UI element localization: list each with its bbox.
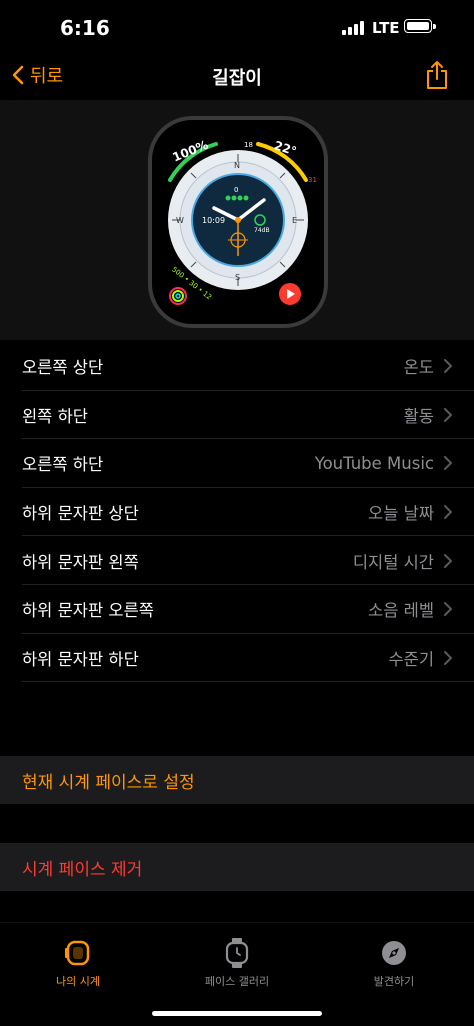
chevron-right-icon bbox=[444, 602, 452, 617]
tab-face-gallery[interactable]: 페이스 갤러리 bbox=[177, 937, 297, 989]
dial-west: W bbox=[176, 216, 184, 225]
setting-label: 하위 문자판 왼쪽 bbox=[22, 552, 139, 572]
setting-row-subdial-right[interactable]: 하위 문자판 오른쪽 소음 레벨 bbox=[0, 585, 474, 634]
setting-row-subdial-bottom[interactable]: 하위 문자판 하단 수준기 bbox=[0, 634, 474, 683]
chevron-right-icon bbox=[444, 505, 452, 520]
nav-bar: 뒤로 길잡이 bbox=[0, 54, 474, 100]
watch-icon bbox=[65, 940, 90, 966]
signal-icon bbox=[342, 21, 366, 35]
setting-label: 오른쪽 하단 bbox=[22, 455, 104, 475]
remove-face-button[interactable]: 시계 페이스 제거 bbox=[0, 843, 474, 891]
chevron-right-icon bbox=[444, 359, 452, 374]
chevron-right-icon bbox=[444, 407, 452, 422]
setting-row-bottom-right[interactable]: 오른쪽 하단 YouTube Music bbox=[0, 439, 474, 488]
compass-icon bbox=[382, 941, 406, 965]
dial-south: S bbox=[235, 273, 240, 282]
watch-temp-low: 18 bbox=[244, 141, 253, 149]
setting-value: YouTube Music bbox=[314, 453, 434, 473]
setting-value: 디지털 시간 bbox=[352, 552, 434, 572]
setting-label: 왼쪽 하단 bbox=[22, 406, 88, 426]
chevron-right-icon bbox=[444, 553, 452, 568]
watch-gallery-icon bbox=[225, 938, 249, 968]
complication-list: 오른쪽 상단 온도 왼쪽 하단 활동 오른쪽 하단 YouTube Music … bbox=[0, 342, 474, 682]
watch-face-preview[interactable]: 100% 22° 18 31 N E S W 0 10:09 74dB 500 … bbox=[148, 116, 328, 328]
home-indicator bbox=[152, 1011, 322, 1016]
setting-label: 하위 문자판 상단 bbox=[22, 504, 139, 524]
watch-digital-time: 10:09 bbox=[202, 216, 225, 225]
battery-icon bbox=[404, 19, 436, 33]
tab-my-watch[interactable]: 나의 시계 bbox=[18, 937, 138, 989]
page-title: 길잡이 bbox=[212, 68, 262, 89]
setting-row-top-right[interactable]: 오른쪽 상단 온도 bbox=[0, 342, 474, 391]
set-current-face-button[interactable]: 현재 시계 페이스로 설정 bbox=[0, 756, 474, 804]
share-button[interactable] bbox=[424, 60, 450, 94]
watch-preview-area: 100% 22° 18 31 N E S W 0 10:09 74dB 500 … bbox=[0, 100, 474, 340]
tab-label: 발견하기 bbox=[373, 975, 415, 988]
setting-row-bottom-left[interactable]: 왼쪽 하단 활동 bbox=[0, 391, 474, 440]
chevron-right-icon bbox=[444, 456, 452, 471]
network-label: LTE bbox=[372, 19, 400, 37]
setting-value: 오늘 날짜 bbox=[368, 504, 434, 524]
setting-row-subdial-top[interactable]: 하위 문자판 상단 오늘 날짜 bbox=[0, 488, 474, 537]
dial-east: E bbox=[292, 216, 297, 225]
watch-temp-high: 31 bbox=[308, 176, 317, 184]
tab-label: 페이스 갤러리 bbox=[204, 975, 270, 988]
watch-noise: 74dB bbox=[254, 227, 270, 234]
setting-label: 하위 문자판 하단 bbox=[22, 649, 139, 669]
status-time: 6:16 bbox=[60, 16, 110, 40]
setting-value: 소음 레벨 bbox=[368, 601, 434, 621]
setting-label: 오른쪽 상단 bbox=[22, 358, 104, 378]
dial-north: N bbox=[234, 161, 240, 170]
setting-value: 활동 bbox=[403, 406, 434, 426]
setting-row-subdial-left[interactable]: 하위 문자판 왼쪽 디지털 시간 bbox=[0, 536, 474, 585]
watch-top-small: 0 bbox=[234, 186, 238, 194]
setting-label: 하위 문자판 오른쪽 bbox=[22, 601, 154, 621]
setting-value: 온도 bbox=[403, 358, 434, 378]
tab-discover[interactable]: 발견하기 bbox=[334, 937, 454, 989]
status-bar: 6:16 LTE bbox=[0, 0, 474, 58]
chevron-right-icon bbox=[444, 650, 452, 665]
setting-value: 수준기 bbox=[388, 649, 434, 669]
tab-label: 나의 시계 bbox=[56, 975, 100, 988]
share-icon bbox=[427, 61, 447, 89]
